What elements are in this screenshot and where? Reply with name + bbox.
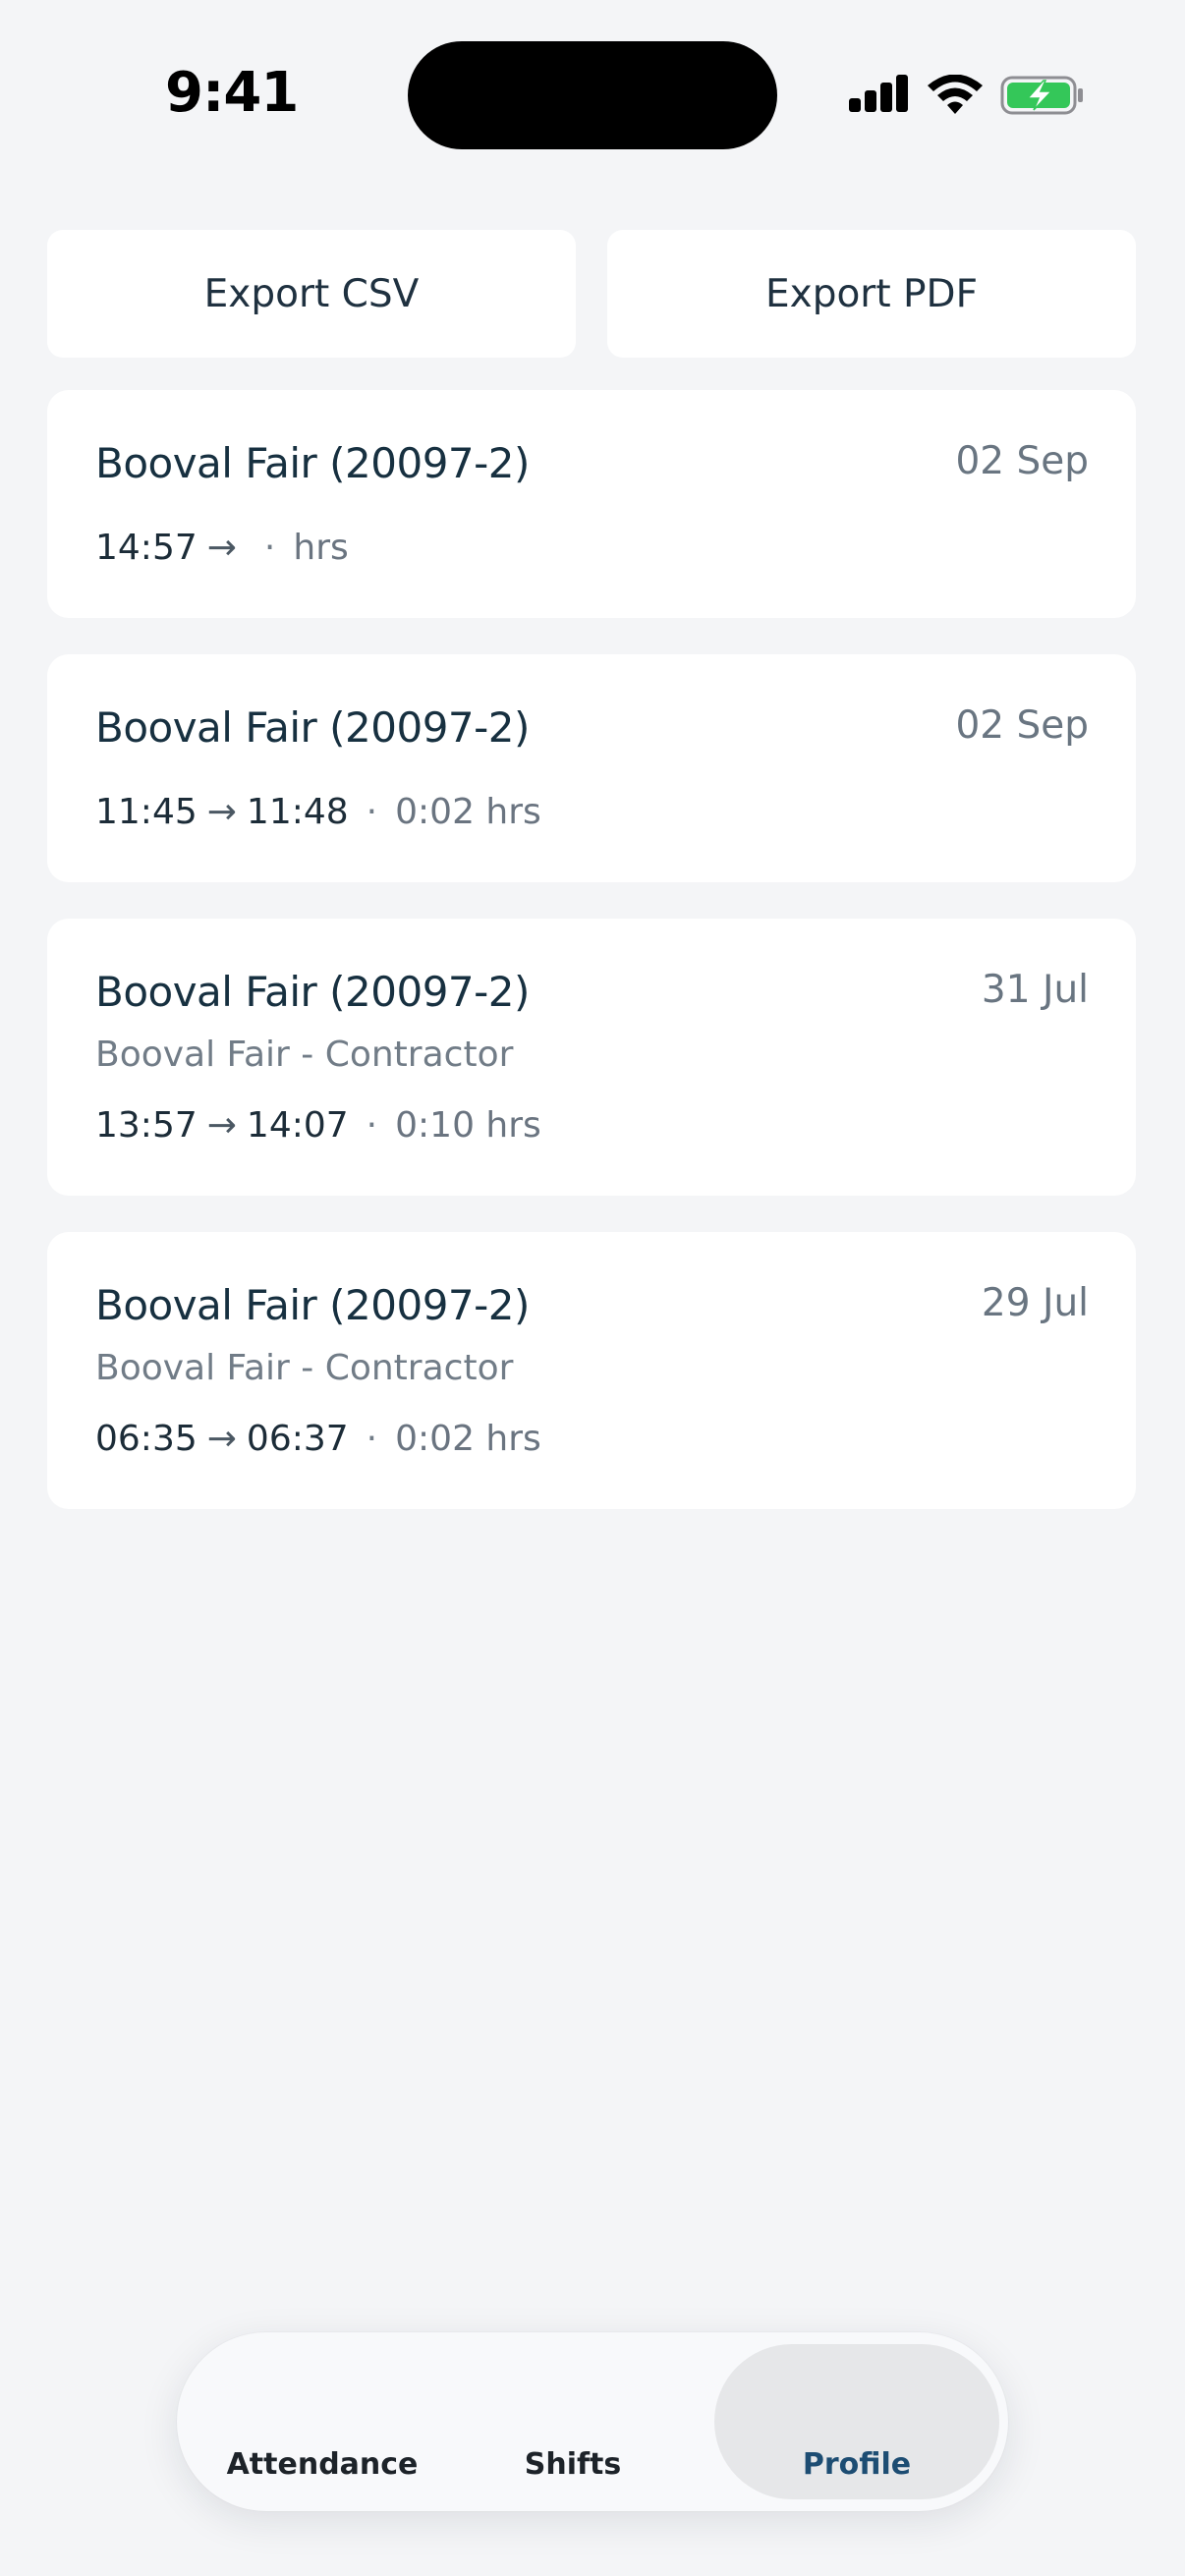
tab-shifts[interactable]: Shifts xyxy=(468,2332,678,2511)
entry-subtitle: Booval Fair - Contractor xyxy=(95,1348,514,1388)
attendance-entry-card[interactable]: Booval Fair (20097-2) 29 Jul Booval Fair… xyxy=(47,1232,1136,1509)
tab-profile[interactable]: Profile xyxy=(714,2344,999,2499)
separator-dot: · xyxy=(366,792,378,832)
attendance-entry-card[interactable]: Booval Fair (20097-2) 02 Sep 14:57 → · hrs xyxy=(47,390,1136,618)
arrow-right-icon: → xyxy=(206,1419,237,1459)
arrow-right-icon: → xyxy=(206,792,237,832)
entry-duration: hrs xyxy=(293,528,349,568)
entry-title: Booval Fair (20097-2) xyxy=(95,1281,530,1329)
entry-times: 14:57 → · hrs xyxy=(95,528,349,568)
entry-end-time: 14:07 xyxy=(246,1105,349,1146)
entry-start-time: 11:45 xyxy=(95,792,198,832)
export-csv-button[interactable]: Export CSV xyxy=(47,230,576,358)
entry-duration: 0:02 hrs xyxy=(395,1419,541,1459)
entry-date: 02 Sep xyxy=(955,439,1089,483)
arrow-right-icon: → xyxy=(206,1105,237,1146)
entry-date: 31 Jul xyxy=(981,968,1089,1012)
attendance-entry-card[interactable]: Booval Fair (20097-2) 31 Jul Booval Fair… xyxy=(47,919,1136,1196)
export-pdf-button[interactable]: Export PDF xyxy=(607,230,1136,358)
arrow-right-icon: → xyxy=(206,528,237,568)
entry-duration: 0:10 hrs xyxy=(395,1105,541,1146)
separator-dot: · xyxy=(263,528,276,568)
entry-start-time: 14:57 xyxy=(95,528,198,568)
entry-title: Booval Fair (20097-2) xyxy=(95,968,530,1016)
entry-title: Booval Fair (20097-2) xyxy=(95,703,530,752)
status-time: 9:41 xyxy=(165,61,299,125)
cellular-signal-icon xyxy=(849,73,908,118)
entry-date: 29 Jul xyxy=(981,1281,1089,1325)
entry-end-time: 11:48 xyxy=(246,792,349,832)
entry-times: 11:45 → 11:48 · 0:02 hrs xyxy=(95,792,541,832)
tab-attendance[interactable]: Attendance xyxy=(197,2332,448,2511)
wifi-icon xyxy=(928,75,983,114)
entry-times: 13:57 → 14:07 · 0:10 hrs xyxy=(95,1105,541,1146)
entry-times: 06:35 → 06:37 · 0:02 hrs xyxy=(95,1419,541,1459)
entry-start-time: 06:35 xyxy=(95,1419,198,1459)
entry-title: Booval Fair (20097-2) xyxy=(95,439,530,487)
entry-duration: 0:02 hrs xyxy=(395,792,541,832)
entry-end-time: 06:37 xyxy=(246,1419,349,1459)
attendance-entry-card[interactable]: Booval Fair (20097-2) 02 Sep 11:45 → 11:48… xyxy=(47,654,1136,882)
battery-charging-icon xyxy=(1000,76,1083,115)
entry-date: 02 Sep xyxy=(955,703,1089,748)
entry-subtitle: Booval Fair - Contractor xyxy=(95,1035,514,1075)
separator-dot: · xyxy=(366,1419,378,1459)
separator-dot: · xyxy=(366,1105,378,1146)
dynamic-island xyxy=(408,41,777,149)
bottom-tab-bar: Attendance Shifts Profile xyxy=(177,2332,1008,2511)
entry-start-time: 13:57 xyxy=(95,1105,198,1146)
